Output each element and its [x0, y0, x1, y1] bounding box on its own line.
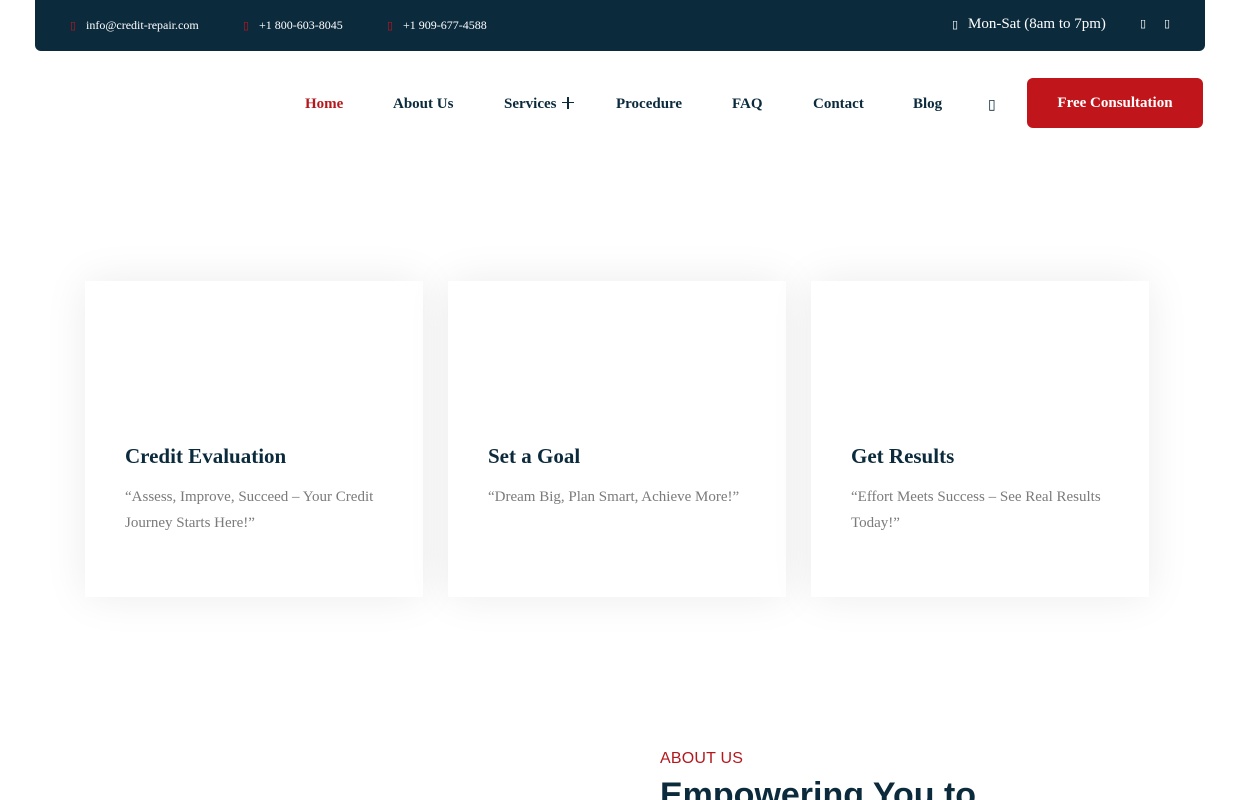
- card-text: “Effort Meets Success – See Real Results…: [851, 489, 1101, 531]
- card-title: Get Results: [851, 444, 955, 468]
- card-set-goal: Set a Goal “Dream Big, Plan Smart, Achie…: [448, 281, 786, 597]
- card-text: “Assess, Improve, Succeed – Your Credit …: [125, 489, 374, 531]
- card-get-results: Get Results “Effort Meets Success – See …: [811, 281, 1149, 597]
- email-contact[interactable]: ▯ info@credit-repair.com: [70, 18, 199, 33]
- phone-contact-1[interactable]: ▯ +1 800-603-8045: [243, 18, 343, 33]
- phone-icon: ▯: [243, 20, 250, 32]
- nav-services[interactable]: Services: [504, 96, 575, 113]
- about-section-label: ABOUT US: [660, 750, 744, 767]
- nav-faq[interactable]: FAQ: [732, 96, 763, 113]
- card-title: Credit Evaluation: [125, 444, 287, 468]
- top-info-bar: ▯ info@credit-repair.com ▯ +1 800-603-80…: [35, 0, 1205, 51]
- free-consultation-button[interactable]: Free Consultation: [1027, 78, 1203, 128]
- plus-icon: [562, 96, 575, 109]
- nav-blog[interactable]: Blog: [913, 96, 942, 113]
- nav-services-label: Services: [504, 96, 557, 112]
- business-hours: ▯ Mon-Sat (8am to 7pm): [952, 16, 1106, 33]
- facebook-icon[interactable]: ▯: [1140, 17, 1146, 30]
- card-title: Set a Goal: [488, 444, 581, 468]
- hours-text: Mon-Sat (8am to 7pm): [968, 16, 1106, 32]
- envelope-icon: ▯: [70, 20, 77, 32]
- phone-icon: ▯: [387, 20, 394, 32]
- nav-about[interactable]: About Us: [393, 96, 453, 113]
- email-text[interactable]: info@credit-repair.com: [86, 18, 199, 33]
- phone1-text[interactable]: +1 800-603-8045: [259, 18, 343, 33]
- card-credit-evaluation: Credit Evaluation “Assess, Improve, Succ…: [85, 281, 423, 597]
- clock-icon: ▯: [952, 19, 959, 31]
- phone2-text[interactable]: +1 909-677-4588: [403, 18, 487, 33]
- phone-contact-2[interactable]: ▯ +1 909-677-4588: [387, 18, 487, 33]
- nav-home[interactable]: Home: [305, 96, 343, 113]
- instagram-icon[interactable]: ▯: [1164, 17, 1170, 30]
- nav-contact[interactable]: Contact: [813, 96, 864, 113]
- about-section-heading: Empowering You to: [660, 776, 977, 800]
- nav-procedure[interactable]: Procedure: [616, 96, 682, 113]
- card-text: “Dream Big, Plan Smart, Achieve More!”: [488, 489, 740, 505]
- search-icon[interactable]: ▯: [988, 97, 1000, 113]
